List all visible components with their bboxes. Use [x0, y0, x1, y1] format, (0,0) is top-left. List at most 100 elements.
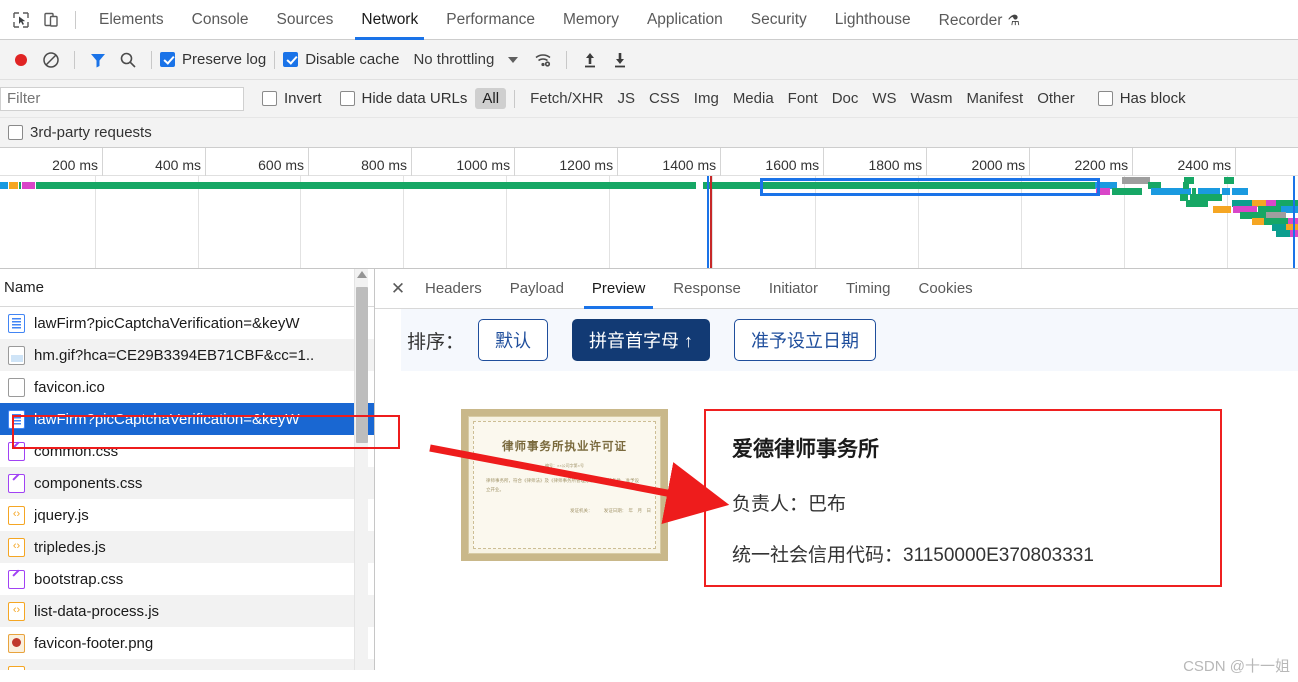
- detail-tab-cookies[interactable]: Cookies: [904, 269, 986, 309]
- certificate-subtitle: 编号：××公司字第×号: [544, 463, 584, 468]
- third-party-requests-checkbox[interactable]: 3rd-party requests: [8, 124, 152, 141]
- ruler-tick: 2200 ms: [1030, 148, 1134, 176]
- tab-network[interactable]: Network: [347, 0, 432, 40]
- overview-grid: [0, 176, 1298, 268]
- detail-tab-timing[interactable]: Timing: [832, 269, 904, 309]
- third-party-row: 3rd-party requests: [0, 118, 1298, 148]
- request-row[interactable]: favicon.ico: [0, 371, 374, 403]
- request-row[interactable]: components.css: [0, 467, 374, 499]
- css-file-icon: [8, 473, 25, 493]
- tab-lighthouse[interactable]: Lighthouse: [821, 0, 925, 40]
- device-toolbar-icon[interactable]: [36, 6, 66, 34]
- filter-type-js[interactable]: JS: [610, 88, 642, 109]
- ruler-tick: 800 ms: [309, 148, 413, 176]
- detail-tab-preview[interactable]: Preview: [578, 269, 659, 309]
- request-row[interactable]: lawFirm?picCaptchaVerification=&keyW: [0, 403, 374, 435]
- img-file-icon: [8, 345, 25, 365]
- invert-checkbox[interactable]: Invert: [262, 90, 322, 107]
- sort-button-2[interactable]: 准予设立日期: [734, 319, 877, 361]
- disable-cache-box: [283, 52, 299, 67]
- network-overview[interactable]: 200 ms 400 ms 600 ms 800 ms 1000 ms 1200 ms 14…: [0, 148, 1298, 268]
- sort-label: 排序：: [407, 331, 465, 353]
- has-blocked-cookies-checkbox[interactable]: Has block: [1097, 90, 1186, 107]
- filter-type-other[interactable]: Other: [1030, 88, 1082, 109]
- filter-input[interactable]: [0, 86, 244, 111]
- detail-tab-response[interactable]: Response: [659, 269, 755, 309]
- detail-tab-list: Headers Payload Preview Response Initiator Ti…: [411, 269, 987, 309]
- request-row[interactable]: lawFirm?picCaptchaVerification=&keyW: [0, 307, 374, 339]
- third-party-label: 3rd-party requests: [30, 124, 152, 141]
- tab-memory[interactable]: Memory: [549, 0, 633, 40]
- tab-elements[interactable]: Elements: [85, 0, 178, 40]
- filter-type-img[interactable]: Img: [687, 88, 726, 109]
- export-har-icon[interactable]: [605, 46, 635, 74]
- request-name-column-header[interactable]: Name: [0, 269, 374, 307]
- request-row[interactable]: tripledes.js: [0, 531, 374, 563]
- filter-type-all[interactable]: All: [475, 88, 507, 109]
- filter-type-fetch-xhr[interactable]: Fetch/XHR: [523, 88, 610, 109]
- tab-label: Recorder: [938, 11, 1003, 29]
- detail-tab-payload[interactable]: Payload: [496, 269, 578, 309]
- request-row[interactable]: list-data-process.js: [0, 595, 374, 627]
- request-name: lawFirm?picCaptchaVerification=&keyW: [34, 314, 300, 332]
- filter-type-font[interactable]: Font: [781, 88, 825, 109]
- certificate-footer: 发证机关： 发证日期： 年 月 日: [570, 508, 651, 514]
- ruler-tick: 1400 ms: [618, 148, 722, 176]
- request-list-scrollbar[interactable]: [354, 269, 368, 670]
- tab-recorder[interactable]: Recorder ⚗: [925, 0, 1034, 40]
- overview-selection-window[interactable]: [760, 178, 1100, 196]
- scroll-up-arrow-icon[interactable]: [357, 271, 367, 278]
- close-icon[interactable]: ✕: [385, 269, 411, 309]
- tab-performance[interactable]: Performance: [432, 0, 549, 40]
- clear-button[interactable]: [36, 46, 66, 74]
- inspect-element-icon[interactable]: [6, 6, 36, 34]
- filter-type-media[interactable]: Media: [726, 88, 781, 109]
- js-file-icon: [8, 504, 25, 525]
- request-row[interactable]: [0, 659, 374, 670]
- throttling-select[interactable]: No throttling: [413, 51, 494, 68]
- request-row[interactable]: hm.gif?hca=CE29B3394EB71CBF&cc=1..: [0, 339, 374, 371]
- request-row[interactable]: jquery.js: [0, 499, 374, 531]
- firm-principal: 负责人：巴布: [732, 494, 847, 515]
- invert-box: [262, 91, 277, 106]
- filter-type-doc[interactable]: Doc: [825, 88, 866, 109]
- scrollbar-thumb[interactable]: [356, 287, 368, 443]
- tab-security[interactable]: Security: [737, 0, 821, 40]
- preserve-log-checkbox[interactable]: Preserve log: [160, 51, 266, 68]
- tab-application[interactable]: Application: [633, 0, 737, 40]
- sort-button-0[interactable]: 默认: [478, 319, 549, 361]
- request-row[interactable]: bootstrap.css: [0, 563, 374, 595]
- filter-type-css[interactable]: CSS: [642, 88, 687, 109]
- js-file-icon: [8, 600, 25, 621]
- search-icon[interactable]: [113, 46, 143, 74]
- filter-type-wasm[interactable]: Wasm: [904, 88, 960, 109]
- request-row[interactable]: favicon-footer.png: [0, 627, 374, 659]
- law-firm-card: 律师事务所执业许可证 编号：××公司字第×号 律师事务所，符合《律师法》及《律师…: [401, 371, 1298, 587]
- detail-tab-headers[interactable]: Headers: [411, 269, 496, 309]
- filter-type-ws[interactable]: WS: [865, 88, 903, 109]
- request-name: favicon.ico: [34, 378, 105, 396]
- record-button[interactable]: [6, 46, 36, 74]
- filter-type-manifest[interactable]: Manifest: [960, 88, 1031, 109]
- ruler-tick-label: 1800 ms: [868, 157, 923, 173]
- firm-name: 爱德律师事务所: [732, 438, 879, 461]
- request-row[interactable]: common.css: [0, 435, 374, 467]
- third-party-box: [8, 125, 23, 140]
- network-conditions-icon[interactable]: [528, 46, 558, 74]
- tab-sources[interactable]: Sources: [263, 0, 348, 40]
- preserve-log-label: Preserve log: [182, 51, 267, 68]
- disable-cache-checkbox[interactable]: Disable cache: [283, 51, 399, 68]
- tab-console[interactable]: Console: [178, 0, 263, 40]
- resource-type-filters: All Fetch/XHR JS CSS Img Media Font Doc WS Wasm Ma…: [475, 88, 1081, 109]
- hide-data-urls-checkbox[interactable]: Hide data URLs: [339, 90, 467, 107]
- toolbar-divider-2: [151, 50, 152, 69]
- chevron-down-icon[interactable]: [508, 56, 519, 63]
- watermark: CSDN @十一姐: [1183, 658, 1290, 675]
- filter-icon[interactable]: [83, 46, 113, 74]
- ruler-tick-label: 400 ms: [155, 157, 202, 173]
- import-har-icon[interactable]: [575, 46, 605, 74]
- sort-button-1[interactable]: 拼音首字母 ↑: [572, 319, 711, 361]
- request-rows[interactable]: lawFirm?picCaptchaVerification=&keyW hm.g…: [0, 307, 374, 670]
- detail-tab-initiator[interactable]: Initiator: [755, 269, 832, 309]
- tab-label: Elements: [99, 10, 164, 28]
